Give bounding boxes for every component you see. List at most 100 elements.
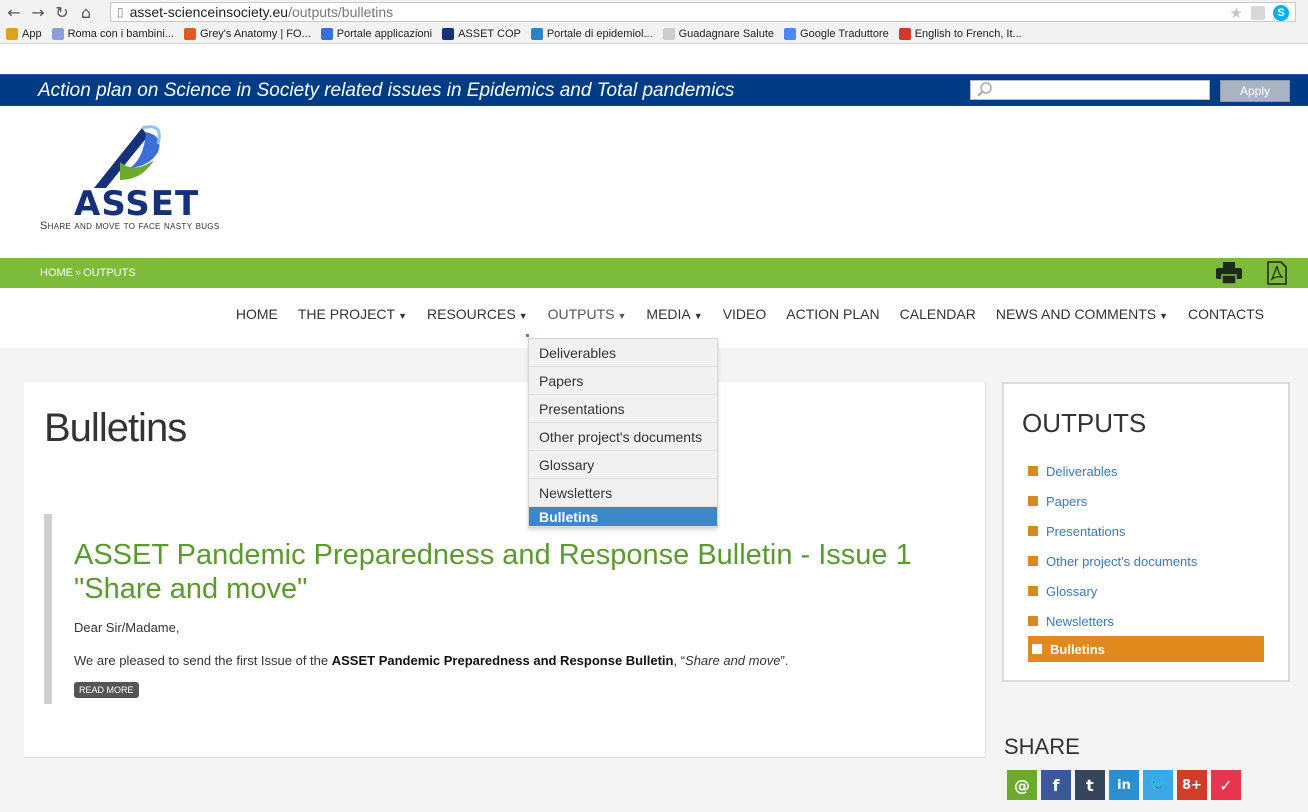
bookmark-star-icon[interactable]: ★ bbox=[1230, 4, 1243, 22]
site-tagline: Action plan on Science in Society relate… bbox=[38, 80, 735, 101]
sidebar-item-other-project-s-documents[interactable]: Other project's documents bbox=[1028, 546, 1264, 576]
breadcrumb-current: OUTPUTS bbox=[83, 267, 136, 279]
nav-item-label: OUTPUTS bbox=[547, 306, 615, 322]
facebook-share-icon[interactable]: f bbox=[1041, 770, 1071, 800]
sidebar-item-deliverables[interactable]: Deliverables bbox=[1028, 456, 1264, 486]
bullet-square-icon bbox=[1028, 586, 1038, 596]
nav-item-action-plan[interactable]: ACTION PLAN bbox=[776, 300, 889, 330]
site-logo[interactable]: ASSET Share and move to face nasty bugs bbox=[40, 122, 270, 232]
bookmark-label: Guadagnare Salute bbox=[678, 27, 775, 40]
googleplus-share-icon[interactable]: 8+ bbox=[1177, 770, 1207, 800]
logo-subtitle: Share and move to face nasty bugs bbox=[40, 220, 220, 232]
bookmarks-bar: App Roma con i bambini... Grey's Anatomy |… bbox=[0, 24, 1308, 44]
bullet-square-icon bbox=[1032, 644, 1042, 654]
sidebar-item-newsletters[interactable]: Newsletters bbox=[1028, 606, 1264, 636]
sidebar-item-label: Presentations bbox=[1046, 523, 1126, 539]
breadcrumb-bar: HOME» OUTPUTS bbox=[0, 258, 1308, 288]
nav-item-home[interactable]: HOME bbox=[226, 300, 288, 330]
bookmark-item[interactable]: ASSET COP bbox=[442, 27, 521, 40]
caret-down-icon: ▼ bbox=[693, 311, 703, 321]
bookmark-item[interactable]: Portale di epidemiol... bbox=[530, 27, 653, 40]
nav-item-label: HOME bbox=[235, 306, 278, 322]
reload-icon[interactable]: ↻ bbox=[52, 2, 72, 22]
bullet-square-icon bbox=[1028, 496, 1038, 506]
breadcrumb: HOME» OUTPUTS bbox=[40, 267, 136, 279]
nav-item-news-and-comments[interactable]: NEWS AND COMMENTS ▼ bbox=[986, 300, 1178, 330]
main-content: Bulletins ASSET Pandemic Preparedness an… bbox=[24, 382, 986, 758]
nav-item-label: THE PROJECT bbox=[297, 306, 396, 322]
nav-item-calendar[interactable]: CALENDAR bbox=[890, 300, 986, 330]
email-share-icon[interactable]: @ bbox=[1007, 770, 1037, 800]
bookmark-item[interactable]: Google Traduttore bbox=[784, 27, 889, 40]
dropdown-item-papers[interactable]: Papers bbox=[529, 367, 717, 395]
bookmark-label: ASSET COP bbox=[458, 27, 521, 40]
sidebar-item-bulletins[interactable]: Bulletins bbox=[1028, 636, 1264, 662]
bookmark-item[interactable]: Portale applicazioni bbox=[320, 27, 433, 40]
bookmark-item[interactable]: Guadagnare Salute bbox=[662, 27, 775, 40]
bookmark-label: Portale applicazioni bbox=[336, 27, 433, 40]
dropdown-item-bulletins[interactable]: Bulletins bbox=[529, 507, 717, 527]
sidebar-item-presentations[interactable]: Presentations bbox=[1028, 516, 1264, 546]
read-more-button[interactable]: READ MORE bbox=[74, 682, 139, 698]
skype-icon[interactable]: S bbox=[1273, 5, 1289, 21]
nav-item-the-project[interactable]: THE PROJECT ▼ bbox=[288, 300, 417, 330]
bookmark-label: Portale di epidemiol... bbox=[546, 27, 653, 40]
bookmark-item[interactable]: Roma con i bambini... bbox=[51, 27, 174, 40]
address-bar[interactable]: ▯ asset-scienceinsociety.eu/outputs/bull… bbox=[110, 2, 1296, 22]
back-icon[interactable]: ← bbox=[4, 2, 24, 22]
home-icon[interactable]: ⌂ bbox=[76, 2, 96, 22]
article-title[interactable]: ASSET Pandemic Preparedness and Response… bbox=[74, 538, 964, 606]
linkedin-share-icon[interactable]: in bbox=[1109, 770, 1139, 800]
page-title: Bulletins bbox=[44, 406, 187, 450]
nav-item-contacts[interactable]: CONTACTS bbox=[1178, 300, 1274, 330]
article-body: We are pleased to send the first Issue o… bbox=[74, 653, 789, 668]
nav-item-label: VIDEO bbox=[722, 306, 767, 322]
twitter-share-icon[interactable]: 🐦 bbox=[1143, 770, 1173, 800]
dropdown-item-presentations[interactable]: Presentations bbox=[529, 395, 717, 423]
nav-item-resources[interactable]: RESOURCES ▼ bbox=[417, 300, 538, 330]
bullet-square-icon bbox=[1028, 466, 1038, 476]
sidebar-item-label: Newsletters bbox=[1046, 613, 1114, 629]
caret-down-icon: ▼ bbox=[398, 311, 407, 321]
nav-item-label: CONTACTS bbox=[1188, 306, 1264, 322]
nav-item-outputs[interactable]: OUTPUTS ▼ bbox=[538, 300, 637, 330]
bookmark-favicon-icon bbox=[442, 27, 455, 40]
pdf-icon[interactable] bbox=[1266, 261, 1288, 285]
nav-item-video[interactable]: VIDEO bbox=[713, 300, 777, 330]
bookmark-item[interactable]: App bbox=[6, 27, 42, 40]
url-path: /outputs/bulletins bbox=[288, 4, 394, 20]
breadcrumb-separator: » bbox=[75, 267, 82, 279]
bookmark-favicon-icon bbox=[784, 27, 797, 40]
url-host: asset-scienceinsociety.eu bbox=[129, 4, 289, 20]
print-icon[interactable] bbox=[1216, 262, 1242, 284]
sidebar-item-label: Bulletins bbox=[1050, 641, 1105, 657]
forward-icon[interactable]: → bbox=[28, 2, 48, 22]
site-top-bar: Action plan on Science in Society relate… bbox=[0, 74, 1308, 106]
tumblr-share-icon[interactable]: t bbox=[1075, 770, 1105, 800]
logo-mark-icon bbox=[94, 125, 161, 188]
search-input[interactable] bbox=[970, 80, 1210, 100]
bookmark-favicon-icon bbox=[898, 27, 911, 40]
dropdown-item-newsletters[interactable]: Newsletters bbox=[529, 479, 717, 507]
bullet-square-icon bbox=[1028, 526, 1038, 536]
extension-icon[interactable] bbox=[1251, 6, 1265, 20]
bullet-square-icon bbox=[1028, 556, 1038, 566]
share-title: SHARE bbox=[1004, 734, 1080, 759]
sidebar-item-glossary[interactable]: Glossary bbox=[1028, 576, 1264, 606]
bookmark-favicon-icon bbox=[662, 27, 675, 40]
bookmark-item[interactable]: English to French, It... bbox=[898, 27, 1022, 40]
dropdown-item-glossary[interactable]: Glossary bbox=[529, 451, 717, 479]
dropdown-item-other-project-s-documents[interactable]: Other project's documents bbox=[529, 423, 717, 451]
browser-toolbar: ← → ↻ ⌂ ▯ asset-scienceinsociety.eu/outp… bbox=[0, 0, 1308, 24]
dropdown-item-deliverables[interactable]: Deliverables bbox=[529, 339, 717, 367]
article-teaser: ASSET Pandemic Preparedness and Response… bbox=[44, 514, 964, 704]
pocket-share-icon[interactable]: ✓ bbox=[1211, 770, 1241, 800]
breadcrumb-home[interactable]: HOME bbox=[40, 267, 73, 279]
main-navigation: HOME THE PROJECT ▼ RESOURCES ▼ OUTPUTS ▼ MEDIA ▼… bbox=[0, 300, 1308, 330]
bookmark-favicon-icon bbox=[320, 27, 333, 40]
nav-item-media[interactable]: MEDIA ▼ bbox=[636, 300, 712, 330]
sidebar-item-papers[interactable]: Papers bbox=[1028, 486, 1264, 516]
sidebar-outputs: OUTPUTS Deliverables Papers Presentations O… bbox=[1002, 382, 1290, 682]
bookmark-item[interactable]: Grey's Anatomy | FO... bbox=[183, 27, 311, 40]
apply-button[interactable]: Apply bbox=[1220, 80, 1290, 102]
